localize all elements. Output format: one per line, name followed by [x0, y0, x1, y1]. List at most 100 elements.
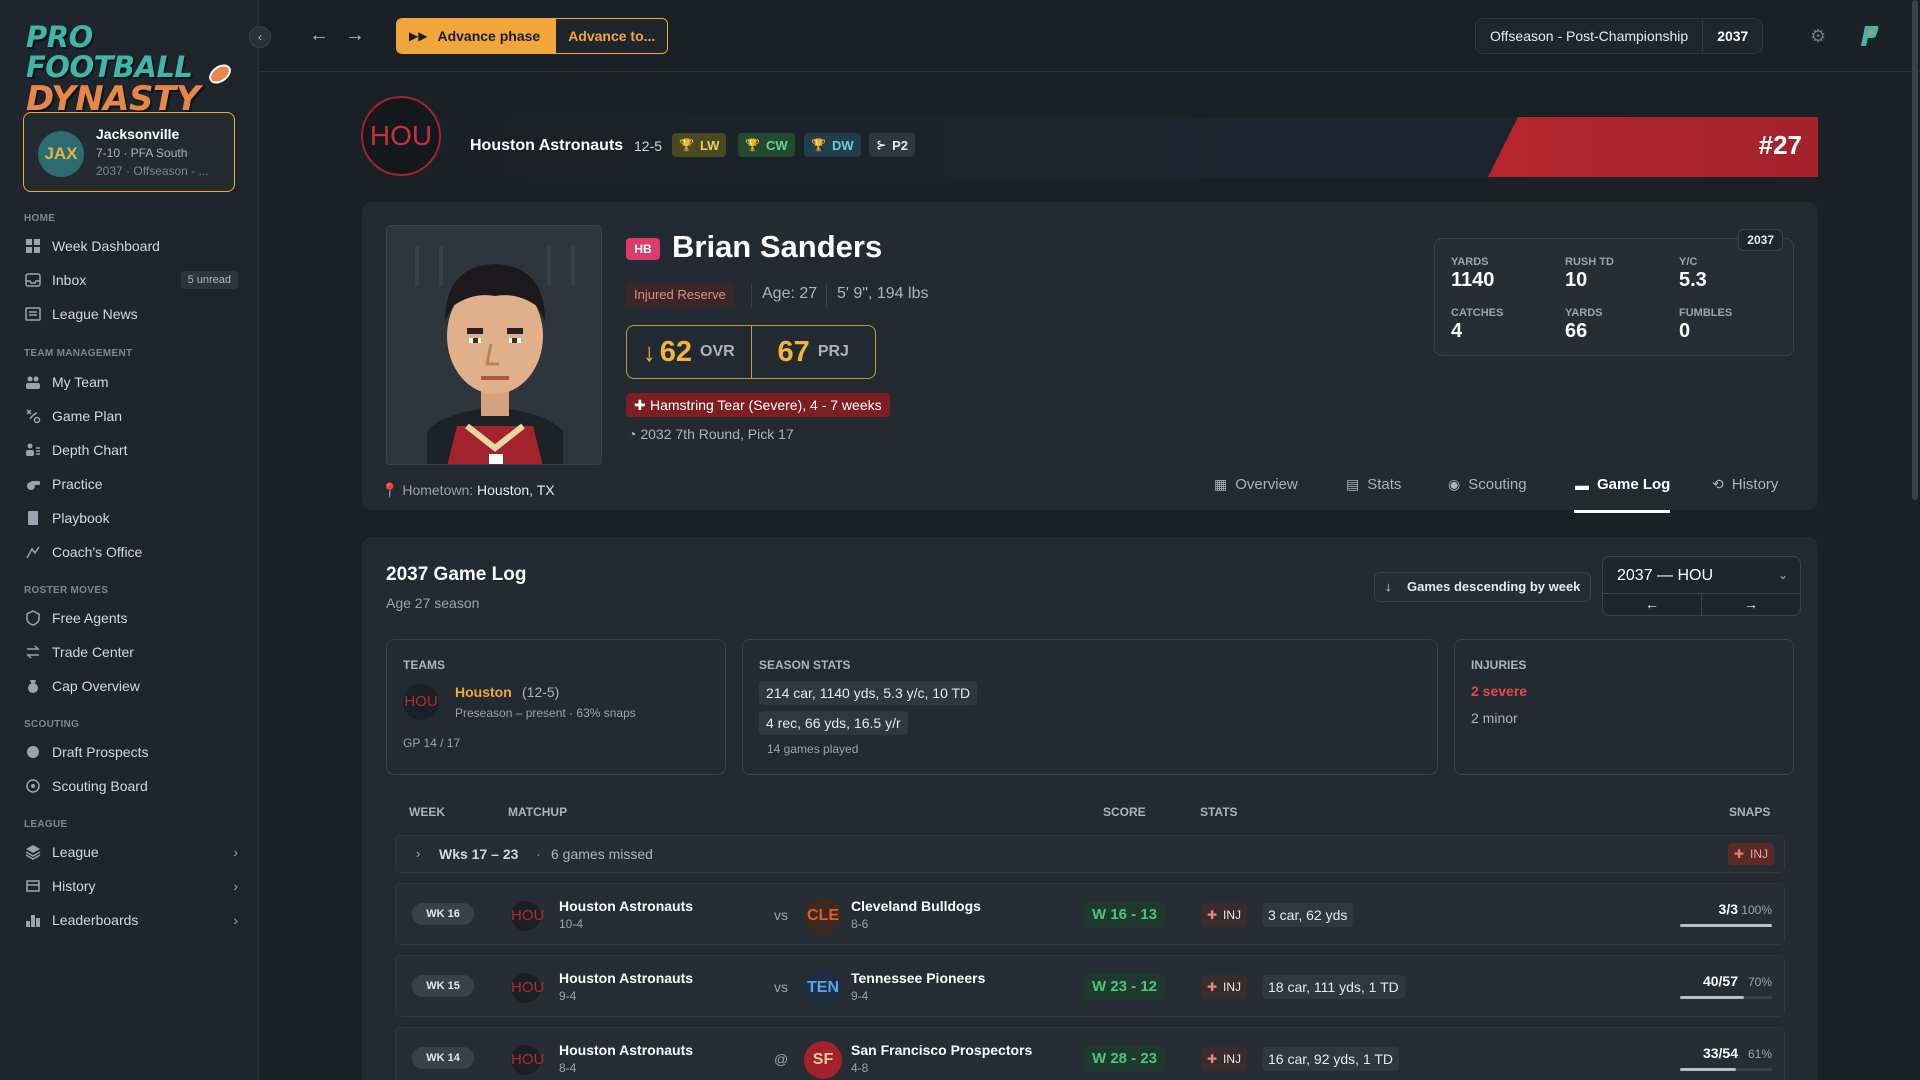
draft-icon: [24, 743, 42, 761]
score-badge: W 23 - 12: [1084, 974, 1166, 1000]
injuries-label: INJURIES: [1471, 658, 1527, 672]
page-scrollbar[interactable]: [1912, 0, 1918, 500]
collapse-sidebar-button[interactable]: ‹: [249, 26, 271, 48]
depth-icon: [24, 441, 42, 459]
sidebar-item-free-agents[interactable]: Free Agents: [24, 604, 238, 632]
tab-history[interactable]: ⟲ History: [1712, 476, 1778, 493]
sidebar-item-label: Cap Overview: [52, 678, 140, 694]
game-stats: 3 car, 62 yds: [1262, 903, 1354, 927]
tab-label: Scouting: [1468, 476, 1527, 493]
stat-label: YARDS: [1565, 307, 1603, 319]
sort-button[interactable]: ↓ Games descending by week: [1374, 572, 1592, 602]
table-row[interactable]: WK 14 HOU Houston Astronauts 8-4 @ SF Sa…: [395, 1027, 1785, 1080]
stat-value: 66: [1565, 320, 1588, 342]
injury-tag-label: INJ: [1223, 908, 1241, 922]
trophy-icon: 🏆: [745, 138, 760, 152]
snaps-bar-fill: [1680, 1068, 1737, 1071]
sidebar-item-label: History: [52, 878, 96, 894]
tab-scouting[interactable]: ◉ Scouting: [1448, 476, 1527, 493]
logo-line-1: PRO FOOTBALL: [26, 20, 193, 84]
opponent-name[interactable]: San Francisco Prospectors: [851, 1042, 1032, 1058]
sidebar-item-inbox[interactable]: Inbox 5 unread: [24, 266, 238, 294]
sort-label: Games descending by week: [1407, 579, 1581, 594]
advance-phase-button[interactable]: ▶▶ Advance phase: [397, 19, 557, 53]
snaps-bar: [1680, 996, 1772, 999]
sidebar-item-scouting-board[interactable]: Scouting Board: [24, 772, 238, 800]
team-record: 10-4: [559, 917, 584, 931]
chart-icon: ▤: [1346, 476, 1360, 492]
sidebar-item-label: Coach's Office: [52, 544, 143, 560]
sidebar-item-league-news[interactable]: League News: [24, 300, 238, 328]
snaps-bar-fill: [1680, 924, 1772, 927]
leaderboard-icon: [24, 911, 42, 929]
sidebar-item-cap-overview[interactable]: Cap Overview: [24, 672, 238, 700]
forward-arrow-icon[interactable]: →: [345, 24, 365, 47]
tab-game-log[interactable]: ▬ Game Log: [1575, 476, 1670, 493]
section-roster-moves: ROSTER MOVES: [24, 585, 109, 596]
inbox-icon: [24, 271, 42, 289]
medical-cross-icon: ✚: [1207, 980, 1218, 994]
season-select[interactable]: 2037 — HOU ⌄ ← →: [1602, 556, 1801, 616]
banner-team-name[interactable]: Houston Astronauts: [470, 137, 623, 155]
sidebar-item-game-plan[interactable]: Game Plan: [24, 402, 238, 430]
sidebar-item-label: Draft Prospects: [52, 744, 149, 760]
team-record: 9-4: [559, 989, 577, 1003]
hometown-label: Hometown:: [402, 482, 474, 498]
season-year: 2037: [1717, 28, 1749, 44]
advance-to-button[interactable]: Advance to...: [556, 19, 668, 53]
team-logo-hou: HOU: [511, 973, 544, 1003]
sidebar-item-playbook[interactable]: Playbook: [24, 504, 238, 532]
dashboard-icon: [24, 237, 42, 255]
opponent-name[interactable]: Tennessee Pioneers: [851, 970, 985, 986]
sidebar-item-league[interactable]: League ›: [24, 838, 238, 866]
season-select-value: 2037 — HOU: [1617, 567, 1714, 584]
sidebar-item-draft-prospects[interactable]: Draft Prospects: [24, 738, 238, 766]
achievement-badge-p2: ⊱ P2: [869, 133, 915, 157]
sidebar-item-leaderboards[interactable]: Leaderboards ›: [24, 906, 238, 934]
chevron-right-icon: ›: [233, 844, 238, 860]
sidebar-item-history[interactable]: History ›: [24, 872, 238, 900]
tab-stats[interactable]: ▤ Stats: [1346, 476, 1401, 493]
unread-badge: 5 unread: [180, 271, 238, 289]
missed-games-count: 6 games missed: [551, 846, 653, 862]
sidebar-item-coachs-office[interactable]: Coach's Office: [24, 538, 238, 566]
week-badge: WK 14: [412, 1047, 474, 1069]
minor-injuries: 2 minor: [1471, 710, 1518, 726]
tab-label: Overview: [1235, 476, 1298, 493]
app-logo[interactable]: PRO FOOTBALL DYNASTY: [26, 20, 236, 116]
brand-mark-icon[interactable]: [1855, 22, 1883, 50]
sidebar-item-my-team[interactable]: My Team: [24, 368, 238, 396]
table-row[interactable]: WK 15 HOU Houston Astronauts 9-4 vs TEN …: [395, 955, 1785, 1017]
arrow-down-icon: ↓: [1385, 579, 1392, 594]
back-arrow-icon[interactable]: ←: [309, 24, 329, 47]
table-row[interactable]: WK 16 HOU Houston Astronauts 10-4 vs CLE…: [395, 883, 1785, 945]
sidebar-item-week-dashboard[interactable]: Week Dashboard: [24, 232, 238, 260]
opponent-name[interactable]: Cleveland Bulldogs: [851, 898, 981, 914]
sidebar-item-label: Depth Chart: [52, 442, 128, 458]
game-log-title: 2037 Game Log: [386, 564, 527, 585]
sidebar-item-trade-center[interactable]: Trade Center: [24, 638, 238, 666]
user-team-card[interactable]: JAX Jacksonville 7-10 · PFA South 2037 ·…: [23, 112, 235, 192]
game-site: @: [774, 1051, 789, 1067]
team-name: Houston Astronauts: [559, 970, 694, 986]
team-logo-hou[interactable]: HOU: [361, 96, 441, 176]
team-avatar: JAX: [38, 131, 84, 177]
top-bar: ← → ▶▶ Advance phase Advance to... Offsea…: [259, 0, 1920, 72]
games-played-ratio: GP 14 / 17: [403, 736, 461, 750]
stat-label: CATCHES: [1451, 307, 1504, 319]
teams-summary: TEAMS HOU Houston (12-5) Preseason – pre…: [386, 639, 726, 775]
team-link[interactable]: Houston: [455, 684, 512, 700]
layers-icon: [24, 843, 42, 861]
sidebar-item-depth-chart[interactable]: Depth Chart: [24, 436, 238, 464]
teams-label: TEAMS: [403, 658, 445, 672]
tab-overview[interactable]: ▦ Overview: [1214, 476, 1298, 493]
section-league: LEAGUE: [24, 819, 68, 830]
sidebar-item-practice[interactable]: Practice: [24, 470, 238, 498]
gear-icon[interactable]: ⚙: [1810, 26, 1826, 47]
game-stats: 18 car, 111 yds, 1 TD: [1262, 975, 1405, 999]
game-site: vs: [774, 907, 788, 923]
missed-games-row[interactable]: › Wks 17 – 23 · 6 games missed ✚ INJ: [395, 835, 1785, 873]
injury-tag-label: INJ: [1750, 847, 1768, 861]
prev-season-button[interactable]: ←: [1603, 594, 1701, 615]
next-season-button[interactable]: →: [1701, 594, 1800, 615]
